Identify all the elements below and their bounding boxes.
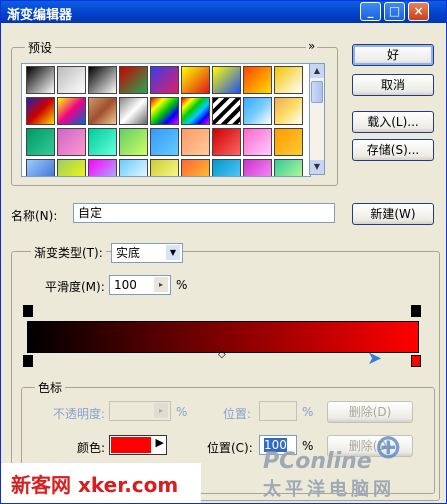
preset-swatch[interactable] (88, 66, 117, 94)
opacity-unit: % (176, 405, 188, 419)
gradient-type-label: 渐变类型(T): (31, 244, 106, 261)
color-menu-icon[interactable]: ▶ (156, 436, 164, 449)
preset-swatch-grid (21, 63, 311, 177)
opacity-input[interactable]: ▸ (109, 401, 171, 421)
presets-label: 预设 (25, 39, 56, 56)
preset-swatch[interactable] (57, 97, 86, 125)
smoothness-arrow-icon[interactable]: ▸ (154, 277, 168, 292)
location-label-2: 位置(C): (207, 441, 253, 455)
opacity-label: 不透明度: (53, 407, 106, 421)
watermark-right-text: PConline (263, 449, 372, 474)
preset-swatch[interactable] (88, 128, 117, 156)
color-swatch[interactable] (111, 437, 151, 453)
smoothness-label: 平滑度(M): (45, 280, 105, 294)
minimize-button[interactable]: _ (360, 2, 381, 21)
color-stop-left[interactable] (23, 355, 33, 367)
preset-swatch[interactable] (274, 159, 303, 176)
scroll-up-icon[interactable]: ▲ (310, 64, 324, 78)
preset-swatch[interactable] (150, 97, 179, 125)
close-button[interactable]: × (408, 2, 429, 21)
smoothness-input[interactable]: 100 ▸ (109, 275, 171, 295)
preset-swatch[interactable] (57, 66, 86, 94)
preset-swatch[interactable] (181, 159, 210, 176)
title-bar[interactable]: 渐变编辑器 _ □ × (1, 1, 446, 23)
watermark-left-text: 新客网 xker.com (11, 473, 179, 497)
name-label: 名称(N): (11, 209, 58, 223)
new-button[interactable]: 新建(W) (352, 203, 434, 225)
preset-swatch[interactable] (26, 97, 55, 125)
midpoint-diamond-icon[interactable]: ◇ (218, 349, 226, 360)
ok-button[interactable]: 好 (352, 44, 434, 66)
watermark-left: 新客网 xker.com (1, 463, 201, 503)
preset-swatch[interactable] (212, 97, 241, 125)
delete-opacity-button[interactable]: 删除(D) (327, 401, 413, 423)
gradient-type-select[interactable]: 实底 ▼ (111, 243, 183, 263)
cursor-pointer-icon: ➤ (367, 348, 383, 369)
preset-swatch[interactable] (119, 97, 148, 125)
window-title: 渐变编辑器 (7, 8, 73, 23)
opacity-stop-left[interactable] (23, 305, 33, 317)
preset-swatch[interactable] (57, 128, 86, 156)
preset-swatch[interactable] (88, 159, 117, 176)
color-picker[interactable]: ▶ (109, 435, 167, 455)
scroll-thumb[interactable] (311, 81, 323, 103)
gradient-type-value: 实底 (116, 246, 141, 260)
preset-swatch[interactable] (150, 128, 179, 156)
smoothness-unit: % (176, 278, 188, 292)
preset-swatch[interactable] (88, 97, 117, 125)
preset-swatch[interactable] (119, 66, 148, 94)
preset-swatch[interactable] (119, 159, 148, 176)
save-button[interactable]: 存储(S)... (352, 139, 434, 161)
preset-swatch[interactable] (181, 66, 210, 94)
preset-swatch[interactable] (212, 128, 241, 156)
preset-swatch[interactable] (181, 128, 210, 156)
preset-swatch[interactable] (26, 128, 55, 156)
preset-swatch[interactable] (150, 159, 179, 176)
preset-swatch[interactable] (243, 97, 272, 125)
load-button[interactable]: 载入(L)... (352, 111, 434, 133)
preset-swatch[interactable] (181, 97, 210, 125)
watermark-logo-icon: ⊕ (374, 427, 403, 467)
opacity-arrow-icon[interactable]: ▸ (154, 403, 168, 418)
smoothness-value: 100 (114, 278, 137, 292)
preset-swatch[interactable] (243, 66, 272, 94)
location-unit-1: % (302, 405, 314, 419)
preset-swatch[interactable] (212, 159, 241, 176)
presets-menu-icon[interactable]: » (306, 39, 318, 53)
preset-swatch[interactable] (26, 159, 55, 176)
preset-swatch[interactable] (274, 128, 303, 156)
name-input[interactable]: 自定 (73, 203, 335, 223)
preset-swatch[interactable] (243, 128, 272, 156)
maximize-button[interactable]: □ (384, 2, 405, 21)
preset-swatch[interactable] (119, 128, 148, 156)
preset-swatch[interactable] (57, 159, 86, 176)
preset-swatch[interactable] (150, 66, 179, 94)
watermark-right-subtext: 太平洋电脑网 (263, 479, 395, 500)
preset-swatch[interactable] (26, 66, 55, 94)
preset-swatch[interactable] (243, 159, 272, 176)
color-label: 颜色: (77, 441, 106, 455)
presets-scrollbar[interactable]: ▲ ▼ (309, 63, 325, 175)
gradient-editor-window: 渐变编辑器 _ □ × 预设 » ▲ ▼ 好 取消 载入(L)... 存储(S)… (0, 0, 447, 504)
chevron-down-icon[interactable]: ▼ (166, 245, 180, 260)
location-label-1: 位置: (223, 407, 252, 421)
scroll-down-icon[interactable]: ▼ (310, 160, 324, 174)
preset-swatch[interactable] (274, 97, 303, 125)
color-stop-right[interactable] (411, 355, 421, 367)
preset-swatch[interactable] (212, 66, 241, 94)
cancel-button[interactable]: 取消 (352, 74, 434, 96)
location-input-1[interactable] (259, 401, 297, 421)
opacity-stop-right[interactable] (411, 305, 421, 317)
preset-swatch[interactable] (274, 66, 303, 94)
color-stops-label: 色标 (35, 379, 66, 396)
